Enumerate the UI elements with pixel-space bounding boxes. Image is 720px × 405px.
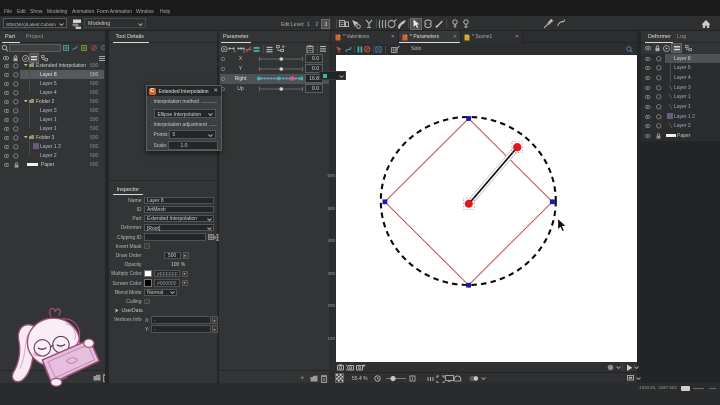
svg-text:0: 0 [234,49,236,52]
